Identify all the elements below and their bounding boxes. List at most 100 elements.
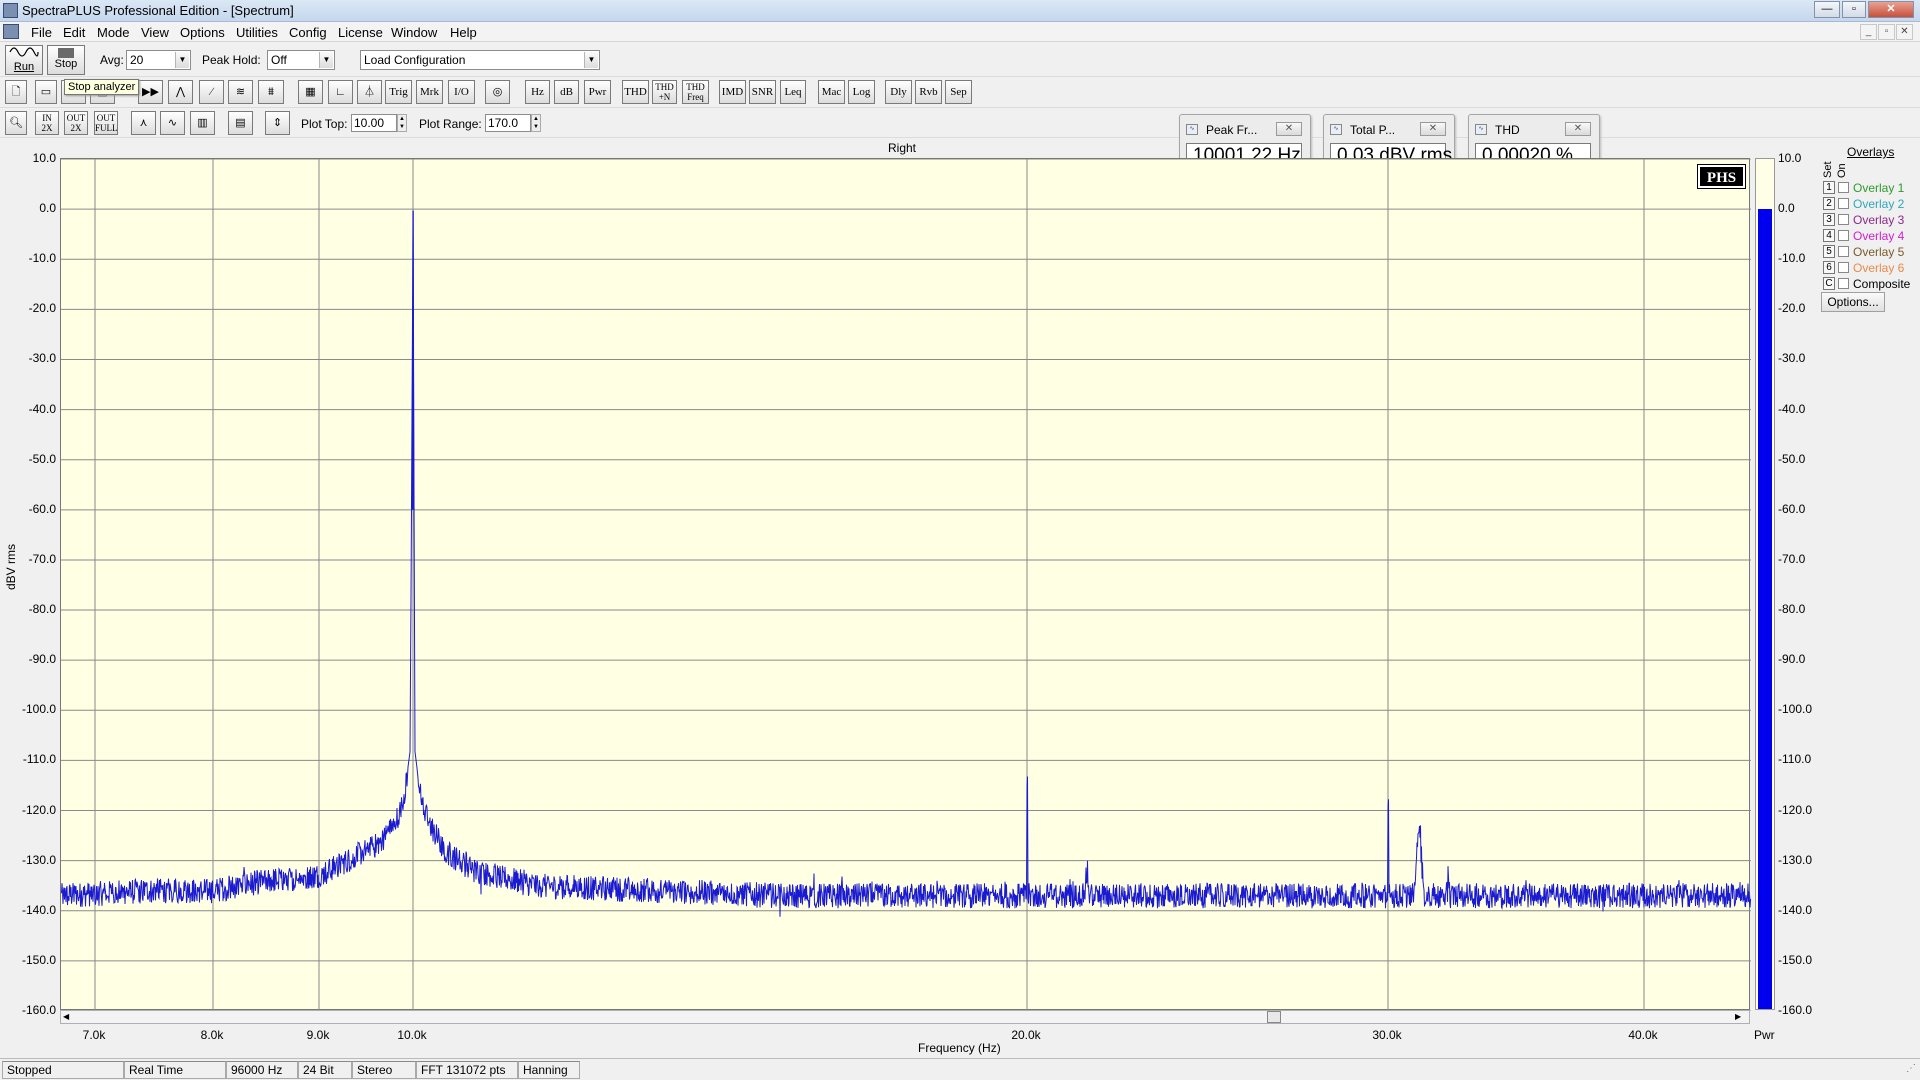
log-button[interactable]: Log xyxy=(848,80,875,104)
close-icon[interactable]: ✕ xyxy=(1565,122,1591,136)
properties-icon[interactable]: ▤ xyxy=(228,111,253,135)
meter-title: THD xyxy=(1495,123,1520,137)
document-icon[interactable] xyxy=(3,24,19,39)
thd-button[interactable]: THD xyxy=(622,80,649,104)
menu-file[interactable]: File xyxy=(31,25,52,40)
dly-button[interactable]: Dly xyxy=(885,80,912,104)
time-series-icon[interactable]: ∕ xyxy=(199,80,224,104)
plot-range-input[interactable]: 170.0 xyxy=(485,114,531,132)
child-restore-icon[interactable]: ▫ xyxy=(1878,24,1895,40)
overlay-options-button[interactable]: Options... xyxy=(1821,292,1885,312)
pwr-button[interactable]: Pwr xyxy=(584,80,611,104)
overlay-checkbox[interactable] xyxy=(1838,182,1849,194)
resize-grip-icon[interactable]: ⋰ xyxy=(1906,1063,1916,1074)
status-bar: Stopped Real Time 96000 Hz 24 Bit Stereo… xyxy=(0,1058,1920,1080)
trig-button[interactable]: Trig xyxy=(385,80,412,104)
sep-button[interactable]: Sep xyxy=(945,80,972,104)
zoom-out-2x-button[interactable]: OUT 2X xyxy=(64,111,88,135)
overlay-set-button[interactable]: 5 xyxy=(1823,245,1835,259)
mac-button[interactable]: Mac xyxy=(818,80,845,104)
peak-hold-select[interactable]: Off ▼ xyxy=(267,50,335,70)
status-channels: Stereo xyxy=(352,1061,416,1079)
plot-range-spinner[interactable]: ▲ ▼ xyxy=(531,114,541,132)
avg-select[interactable]: 20 ▼ xyxy=(126,50,191,70)
menu-license[interactable]: License xyxy=(338,25,383,40)
overlay-set-button[interactable]: 3 xyxy=(1823,213,1835,227)
chevron-down-icon[interactable]: ▼ xyxy=(175,52,189,68)
3d-surface-icon[interactable]: ⩩ xyxy=(258,80,284,104)
signal-generator-icon[interactable]: ◎ xyxy=(485,80,510,104)
zoom-out-full-button[interactable]: OUT FULL xyxy=(94,111,118,135)
zoom-icon[interactable]: 🔍︎ xyxy=(5,111,27,135)
menu-mode[interactable]: Mode xyxy=(97,25,130,40)
menu-view[interactable]: View xyxy=(141,25,169,40)
spectrum-plot[interactable]: PHS xyxy=(60,158,1751,1011)
overlay-set-button[interactable]: 4 xyxy=(1823,229,1835,243)
stop-button[interactable]: Stop xyxy=(47,45,85,75)
maximize-icon[interactable]: ▫ xyxy=(1842,1,1866,18)
marker-button[interactable]: Mrk xyxy=(416,80,443,104)
menu-help[interactable]: Help xyxy=(450,25,477,40)
app-icon[interactable] xyxy=(3,3,18,18)
menu-window[interactable]: Window xyxy=(391,25,437,40)
zoom-in-2x-button[interactable]: IN 2X xyxy=(35,111,59,135)
minimize-icon[interactable]: — xyxy=(1814,1,1840,18)
spectrum-mode-icon[interactable]: ⋀ xyxy=(168,80,193,104)
child-minimize-icon[interactable]: _ xyxy=(1860,24,1877,40)
y-tick-label: -80.0 xyxy=(28,602,56,617)
menu-config[interactable]: Config xyxy=(289,25,327,40)
close-icon[interactable]: ✕ xyxy=(1868,1,1914,18)
meter-title: Total P... xyxy=(1350,123,1396,137)
config-value: Load Configuration xyxy=(364,53,466,67)
menu-options[interactable]: Options xyxy=(180,25,225,40)
overlay-set-button[interactable]: 6 xyxy=(1823,261,1835,275)
meter-tick-label: -70.0 xyxy=(1778,551,1806,566)
smooth-icon[interactable]: ∿ xyxy=(160,111,185,135)
scroll-right-icon[interactable]: ▶ xyxy=(1735,1012,1747,1022)
run-button[interactable]: Run xyxy=(5,45,43,75)
overlay-checkbox[interactable] xyxy=(1838,278,1849,290)
imd-button[interactable]: IMD xyxy=(719,80,746,104)
chevron-down-icon[interactable]: ▼ xyxy=(584,52,598,68)
new-file-icon[interactable]: 🗋 xyxy=(5,80,27,104)
horizontal-scrollbar[interactable]: ◀ ▶ xyxy=(60,1010,1750,1024)
bars-icon[interactable]: ▥ xyxy=(190,111,215,135)
scope-icon[interactable]: ▦ xyxy=(298,80,323,104)
thd-n-button[interactable]: THD +N xyxy=(652,80,677,104)
scroll-left-icon[interactable]: ◀ xyxy=(63,1012,75,1022)
overlay-set-button[interactable]: C xyxy=(1823,277,1835,291)
child-close-icon[interactable]: ✕ xyxy=(1896,24,1913,40)
scroll-thumb[interactable] xyxy=(1267,1011,1281,1023)
overlay-set-button[interactable]: 2 xyxy=(1823,197,1835,211)
close-icon[interactable]: ✕ xyxy=(1276,122,1302,136)
close-icon[interactable]: ✕ xyxy=(1420,122,1446,136)
rvb-button[interactable]: Rvb xyxy=(915,80,942,104)
overlay-checkbox[interactable] xyxy=(1838,262,1849,274)
menu-utilities[interactable]: Utilities xyxy=(236,25,278,40)
spectrogram-icon[interactable]: ≋ xyxy=(228,80,253,104)
meter-header: ∿ Total P... ✕ xyxy=(1328,121,1450,137)
status-window: Hanning xyxy=(518,1061,580,1079)
snr-button[interactable]: SNR xyxy=(749,80,776,104)
load-configuration-select[interactable]: Load Configuration ▼ xyxy=(360,50,600,70)
overlay-checkbox[interactable] xyxy=(1838,246,1849,258)
scale-icon[interactable]: ⇕ xyxy=(265,111,290,135)
plot-top-input[interactable]: 10.00 xyxy=(351,114,397,132)
leq-button[interactable]: Leq xyxy=(780,80,806,104)
chevron-down-icon[interactable]: ▼ xyxy=(319,52,333,68)
thd-freq-button[interactable]: THD Freq xyxy=(682,80,709,104)
open-folder-icon[interactable]: ▭ xyxy=(35,80,57,104)
hz-button[interactable]: Hz xyxy=(525,80,550,104)
overlay-checkbox[interactable] xyxy=(1838,198,1849,210)
generator-icon[interactable]: ⏃ xyxy=(357,80,382,104)
menu-edit[interactable]: Edit xyxy=(63,25,85,40)
axis-icon[interactable]: ∟ xyxy=(328,80,353,104)
plot-top-spinner[interactable]: ▲ ▼ xyxy=(397,114,407,132)
fast-forward-icon[interactable]: ▶▶ xyxy=(138,80,163,104)
overlay-set-button[interactable]: 1 xyxy=(1823,181,1835,195)
overlay-checkbox[interactable] xyxy=(1838,214,1849,226)
db-button[interactable]: dB xyxy=(554,80,579,104)
peak-icon[interactable]: ⋏ xyxy=(131,111,156,135)
io-button[interactable]: I/O xyxy=(448,80,475,104)
overlay-checkbox[interactable] xyxy=(1838,230,1849,242)
